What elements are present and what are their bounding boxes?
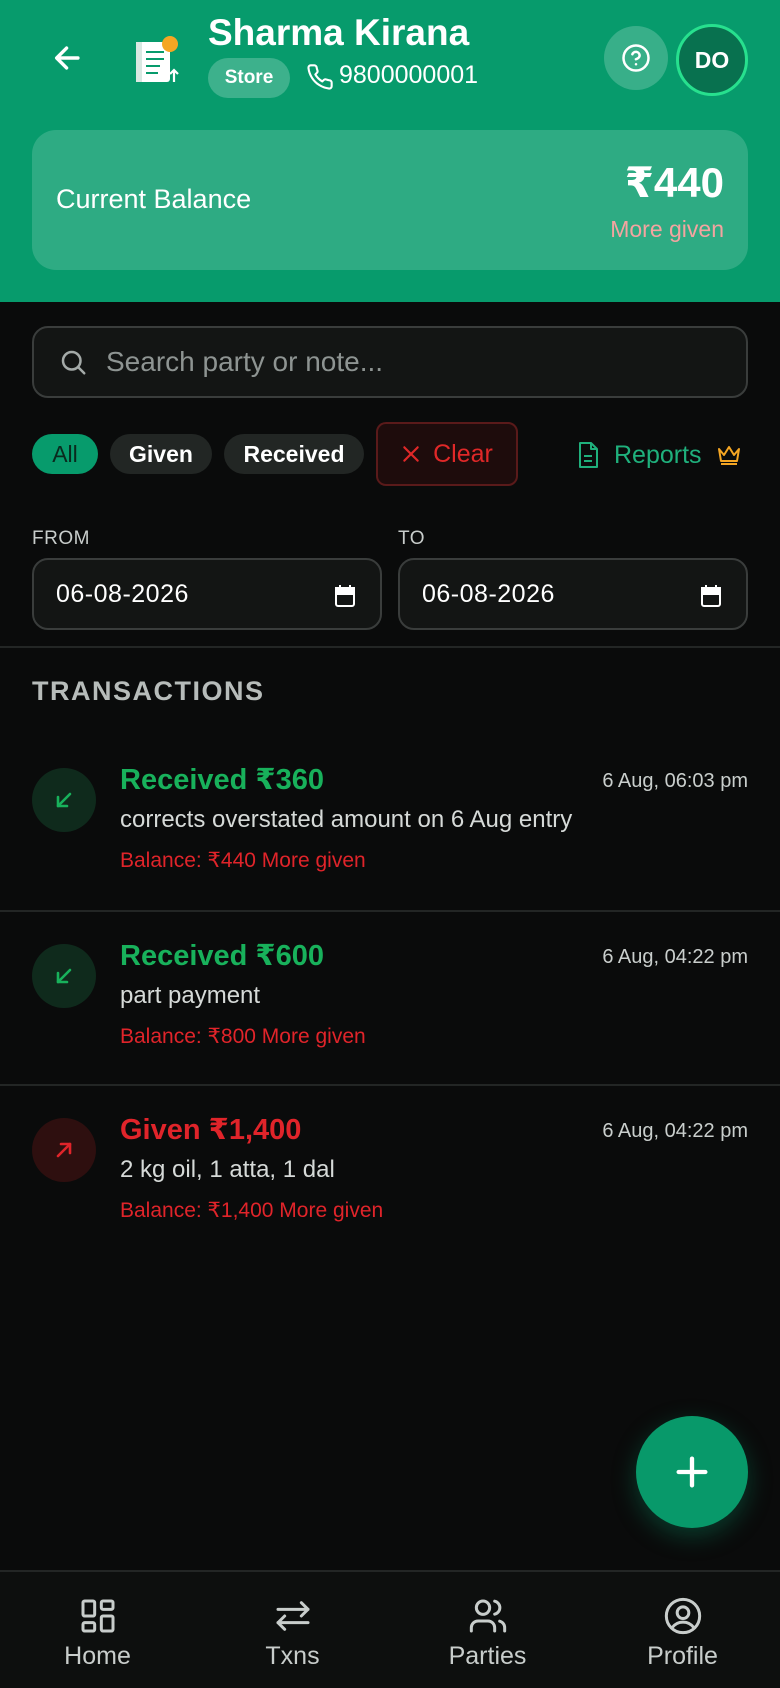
add-transaction-button[interactable] xyxy=(636,1416,748,1528)
back-button[interactable] xyxy=(40,30,96,86)
nav-profile[interactable]: Profile xyxy=(585,1572,780,1688)
nav-profile-label: Profile xyxy=(647,1642,718,1670)
transaction-time: 6 Aug, 04:22 pm xyxy=(602,1120,748,1142)
balance-status: More given xyxy=(610,216,724,242)
transaction-balance: Balance: ₹800 More given xyxy=(120,1025,366,1048)
divider xyxy=(0,646,780,648)
balance-label: Current Balance xyxy=(56,184,252,214)
user-circle-icon xyxy=(664,1597,701,1635)
shop-name: Sharma Kirana xyxy=(208,12,470,53)
from-date-value: 06-08-2026 xyxy=(56,580,189,608)
shop-type-badge: Store xyxy=(208,58,290,98)
to-date-field[interactable]: 06-08-2026 xyxy=(398,558,748,630)
given-arrow-icon xyxy=(32,1118,96,1182)
to-label: TO xyxy=(398,528,426,549)
transaction-row[interactable]: Received ₹600 6 Aug, 04:22 pm part payme… xyxy=(0,920,780,1090)
transaction-title: Given ₹1,400 xyxy=(120,1114,302,1146)
filter-chip-all[interactable]: All xyxy=(32,434,98,474)
document-icon xyxy=(579,442,598,468)
reports-link[interactable]: Reports xyxy=(576,436,742,474)
users-icon xyxy=(469,1599,506,1633)
calendar-icon[interactable] xyxy=(700,584,722,608)
transaction-note: 2 kg oil, 1 atta, 1 dal xyxy=(120,1156,335,1183)
phone-number[interactable]: 9800000001 xyxy=(339,61,478,90)
crown-icon xyxy=(717,446,740,465)
clear-label: Clear xyxy=(433,439,493,468)
transaction-time: 6 Aug, 06:03 pm xyxy=(602,770,748,792)
search-box xyxy=(32,326,748,398)
nav-parties-label: Parties xyxy=(448,1642,527,1670)
transaction-time: 6 Aug, 04:22 pm xyxy=(602,946,748,968)
close-icon xyxy=(403,446,419,462)
plus-icon xyxy=(676,1456,708,1488)
reports-label: Reports xyxy=(614,440,702,469)
to-date-value: 06-08-2026 xyxy=(422,580,555,608)
search-input[interactable] xyxy=(106,328,726,396)
transaction-row[interactable]: Given ₹1,400 6 Aug, 04:22 pm 2 kg oil, 1… xyxy=(0,1094,780,1264)
nav-txns-label: Txns xyxy=(265,1642,320,1670)
avatar[interactable]: DO xyxy=(676,24,748,96)
transaction-row[interactable]: Received ₹360 6 Aug, 06:03 pm corrects o… xyxy=(0,744,780,914)
help-circle-icon xyxy=(622,44,650,72)
swap-arrows-icon xyxy=(276,1601,309,1631)
transaction-note: corrects overstated amount on 6 Aug entr… xyxy=(120,806,573,833)
received-arrow-icon xyxy=(32,768,96,832)
transactions-heading: TRANSACTIONS xyxy=(32,676,265,706)
arrow-left-icon xyxy=(54,46,80,70)
transaction-balance: Balance: ₹440 More given xyxy=(120,849,366,872)
grid-icon xyxy=(81,1599,114,1633)
app-header: Sharma Kirana Store 9800000001 DO Curren… xyxy=(0,0,780,302)
phone-icon xyxy=(307,64,333,90)
nav-home-label: Home xyxy=(64,1642,131,1670)
transaction-title: Received ₹600 xyxy=(120,940,324,972)
help-button[interactable] xyxy=(604,26,668,90)
bottom-nav: Home Txns Parties Profile xyxy=(0,1570,780,1688)
divider xyxy=(0,910,780,912)
transaction-title: Received ₹360 xyxy=(120,764,324,796)
search-icon xyxy=(61,350,86,375)
calendar-icon[interactable] xyxy=(334,584,356,608)
nav-home[interactable]: Home xyxy=(0,1572,195,1688)
nav-txns[interactable]: Txns xyxy=(195,1572,390,1688)
balance-amount: ₹440 xyxy=(624,159,724,206)
received-arrow-icon xyxy=(32,944,96,1008)
divider xyxy=(0,1084,780,1086)
from-label: FROM xyxy=(32,528,90,549)
from-date-field[interactable]: 06-08-2026 xyxy=(32,558,382,630)
transaction-balance: Balance: ₹1,400 More given xyxy=(120,1199,384,1222)
clear-filters-button[interactable]: Clear xyxy=(376,422,518,486)
nav-parties[interactable]: Parties xyxy=(390,1572,585,1688)
ledger-book-icon xyxy=(136,36,179,82)
balance-card: Current Balance ₹440 More given xyxy=(32,130,748,270)
filter-chip-received[interactable]: Received xyxy=(224,434,364,474)
filter-chip-given[interactable]: Given xyxy=(110,434,212,474)
transaction-note: part payment xyxy=(120,982,261,1009)
